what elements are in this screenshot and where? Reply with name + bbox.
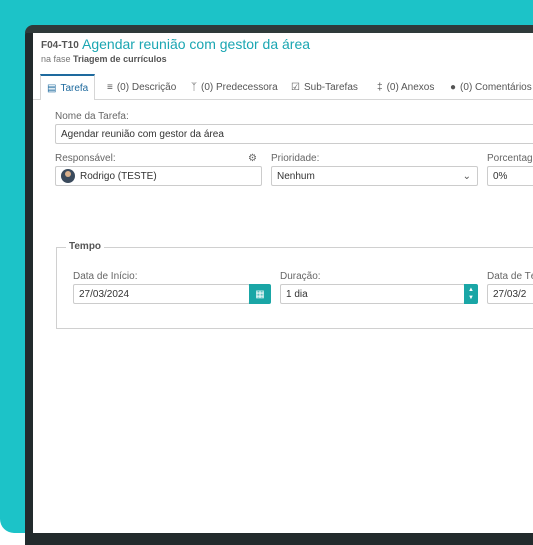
responsible-field[interactable]: Rodrigo (TESTE)	[55, 166, 262, 186]
tab-descricao[interactable]: ≡ (0) Descrição	[107, 75, 176, 99]
chevron-up-icon[interactable]: ▲	[468, 286, 474, 294]
tab-comentarios[interactable]: ● (0) Comentários	[450, 75, 532, 99]
tab-label: Sub-Tarefas	[303, 81, 358, 93]
percentage-label: Porcentage	[487, 153, 533, 164]
chevron-down-icon: ⌄	[462, 171, 471, 182]
priority-label: Prioridade:	[271, 153, 320, 164]
chevron-down-icon[interactable]: ▼	[468, 294, 474, 302]
list-icon: ▤	[47, 82, 57, 94]
tab-label: (0) Predecessora	[201, 81, 278, 93]
phase-prefix: na fase	[41, 54, 71, 64]
duration-input[interactable]: 1 dia	[280, 284, 465, 304]
responsible-value: Rodrigo (TESTE)	[80, 170, 157, 182]
tab-tarefa[interactable]: ▤ Tarefa	[40, 74, 96, 100]
tempo-legend: Tempo	[66, 241, 105, 252]
paperclip-icon: ‡	[377, 81, 383, 93]
end-date-label: Data de Té	[487, 271, 533, 282]
device-top-bar	[25, 25, 533, 33]
tab-label: (0) Descrição	[116, 81, 177, 93]
gear-icon[interactable]: ⚙	[248, 153, 257, 164]
start-date-input[interactable]: 27/03/2024	[73, 284, 250, 304]
calendar-button[interactable]: ▦	[249, 284, 271, 304]
task-code: F04-T10	[41, 40, 79, 51]
task-name-label: Nome da Tarefa:	[55, 111, 129, 122]
duration-spinner[interactable]: ▲ ▼	[464, 284, 478, 304]
phase-name: Triagem de currículos	[73, 54, 167, 64]
tab-bar: ▤ Tarefa ≡ (0) Descrição ᛉ (0) Predecess…	[33, 74, 533, 100]
task-name-input[interactable]: Agendar reunião com gestor da área	[55, 124, 533, 144]
task-phase: na fase Triagem de currículos	[41, 54, 167, 64]
tab-label: (0) Anexos	[386, 81, 435, 93]
lines-icon: ≡	[107, 81, 113, 93]
tab-subtarefas[interactable]: ☑ Sub-Tarefas	[291, 75, 358, 99]
calendar-icon: ▦	[255, 288, 265, 300]
responsible-label: Responsável:	[55, 153, 116, 164]
tab-predecessora[interactable]: ᛉ (0) Predecessora	[191, 75, 278, 99]
comments-icon: ●	[450, 81, 457, 93]
priority-select[interactable]: Nenhum ⌄	[271, 166, 478, 186]
end-date-input[interactable]: 27/03/2	[487, 284, 533, 304]
duration-label: Duração:	[280, 271, 321, 282]
tab-label: Tarefa	[60, 82, 89, 94]
branch-icon: ᛉ	[191, 81, 197, 93]
tab-anexos[interactable]: ‡ (0) Anexos	[377, 75, 434, 99]
percentage-input[interactable]: 0%	[487, 166, 533, 186]
check-square-icon: ☑	[291, 81, 300, 93]
avatar	[61, 169, 75, 183]
task-title[interactable]: Agendar reunião com gestor da área	[82, 36, 310, 52]
priority-value: Nenhum	[277, 170, 315, 182]
start-date-label: Data de Início:	[73, 271, 138, 282]
tab-label: (0) Comentários	[460, 81, 532, 93]
task-panel: F04-T10 Agendar reunião com gestor da ár…	[33, 33, 533, 533]
